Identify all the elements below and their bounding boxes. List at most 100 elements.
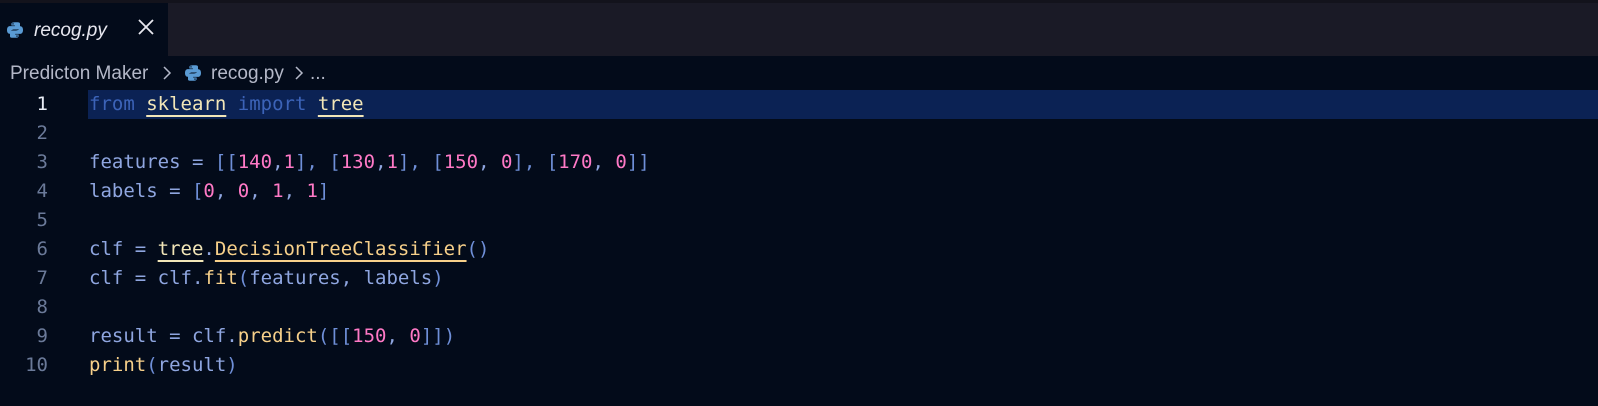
- token: labels: [89, 180, 158, 202]
- line-content: print(result): [89, 351, 238, 380]
- line-content: clf = clf.fit(features, labels): [89, 264, 444, 293]
- token: ,: [478, 151, 501, 173]
- tab-label: recog.py: [34, 20, 107, 41]
- code-line[interactable]: 5: [0, 206, 1598, 235]
- token: .: [191, 267, 204, 289]
- line-number: 6: [36, 238, 48, 260]
- token: =: [180, 151, 215, 173]
- token: result: [89, 325, 158, 347]
- line-content: clf = tree.DecisionTreeClassifier(): [89, 235, 489, 264]
- token: clf: [157, 267, 192, 289]
- token: ): [226, 354, 238, 376]
- token: clf: [89, 267, 124, 289]
- line-number: 9: [36, 325, 48, 347]
- breadcrumb-symbols[interactable]: ...: [310, 63, 326, 85]
- token: [: [191, 180, 204, 202]
- token: ]]): [420, 325, 456, 347]
- breadcrumb-file[interactable]: recog.py: [211, 63, 284, 85]
- line-content: result = clf.predict([[150, 0]]): [89, 322, 455, 351]
- close-icon[interactable]: [135, 16, 157, 38]
- token: import: [237, 93, 307, 115]
- token: ]]: [626, 151, 650, 173]
- code-line[interactable]: 4 labels = [0, 0, 1, 1]: [0, 177, 1598, 206]
- code-line[interactable]: 1 from sklearn import tree: [0, 90, 1598, 119]
- token: .: [203, 238, 215, 260]
- code-line[interactable]: 10 print(result): [0, 351, 1598, 380]
- token: ): [432, 267, 444, 289]
- token: [[: [214, 151, 238, 173]
- code-editor: recog.py Predicton Maker recog.py ... 1 …: [0, 0, 1598, 406]
- token: ], [: [512, 151, 559, 173]
- token: ,: [592, 151, 616, 173]
- token: result: [157, 354, 227, 376]
- token: features: [89, 151, 181, 173]
- token: =: [123, 238, 158, 260]
- token: tree: [157, 238, 204, 260]
- code-line[interactable]: 8: [0, 293, 1598, 322]
- token: =: [123, 267, 158, 289]
- line-number: 10: [25, 354, 48, 376]
- line-number: 1: [36, 93, 48, 115]
- token: 150: [352, 325, 387, 347]
- code-line[interactable]: 2: [0, 119, 1598, 148]
- line-number: 8: [36, 296, 48, 318]
- line-number: 2: [36, 122, 48, 144]
- token: fit: [203, 267, 238, 289]
- token: 0: [500, 151, 513, 173]
- token: =: [157, 325, 192, 347]
- token: clf: [191, 325, 227, 347]
- tab-recog-py[interactable]: recog.py: [0, 3, 168, 56]
- code-area[interactable]: 1 from sklearn import tree 2 3 features …: [0, 90, 1598, 380]
- token: 1: [272, 180, 284, 202]
- token: 150: [443, 151, 479, 173]
- line-content: from sklearn import tree: [89, 90, 364, 119]
- token: 0: [615, 151, 627, 173]
- token: (: [237, 267, 250, 289]
- token: ,: [283, 180, 307, 202]
- token: tree: [317, 93, 364, 115]
- line-content: labels = [0, 0, 1, 1]: [89, 177, 329, 206]
- breadcrumb: Predicton Maker recog.py ...: [0, 56, 1598, 90]
- token: ,: [214, 180, 238, 202]
- token: 170: [558, 151, 593, 173]
- code-line[interactable]: 9 result = clf.predict([[150, 0]]): [0, 322, 1598, 351]
- token: 0: [237, 180, 250, 202]
- token: 0: [409, 325, 421, 347]
- token: DecisionTreeClassifier: [214, 238, 467, 260]
- token: ,: [272, 151, 284, 173]
- line-content: features = [[140,1], [130,1], [150, 0], …: [89, 148, 650, 177]
- token: ]: [317, 180, 330, 202]
- token: .: [226, 325, 238, 347]
- token: (: [146, 354, 158, 376]
- code-line[interactable]: 7 clf = clf.fit(features, labels): [0, 264, 1598, 293]
- chevron-right-icon: [295, 66, 304, 80]
- tab-bar: recog.py: [0, 0, 1598, 56]
- token: ], [: [397, 151, 444, 173]
- token: 1: [386, 151, 398, 173]
- line-number: 7: [36, 267, 48, 289]
- token: ,: [386, 325, 410, 347]
- code-line[interactable]: 3 features = [[140,1], [130,1], [150, 0]…: [0, 148, 1598, 177]
- token: (): [466, 238, 490, 260]
- token: clf: [89, 238, 124, 260]
- token: sklearn: [146, 93, 227, 115]
- python-icon: [185, 65, 201, 81]
- chevron-right-icon: [163, 66, 172, 80]
- token: ([[: [317, 325, 353, 347]
- line-number: 3: [36, 151, 48, 173]
- token: 0: [203, 180, 215, 202]
- code-line[interactable]: 6 clf = tree.DecisionTreeClassifier(): [0, 235, 1598, 264]
- line-number: 4: [36, 180, 48, 202]
- breadcrumb-folder[interactable]: Predicton Maker: [10, 63, 148, 85]
- token: ,: [249, 180, 273, 202]
- token: print: [89, 354, 147, 376]
- token: 140: [237, 151, 273, 173]
- token: 130: [340, 151, 376, 173]
- token: 1: [283, 151, 295, 173]
- token: predict: [237, 325, 318, 347]
- token: ], [: [294, 151, 341, 173]
- python-icon: [7, 22, 23, 38]
- token: from: [89, 93, 135, 115]
- token: 1: [306, 180, 318, 202]
- token: =: [157, 180, 192, 202]
